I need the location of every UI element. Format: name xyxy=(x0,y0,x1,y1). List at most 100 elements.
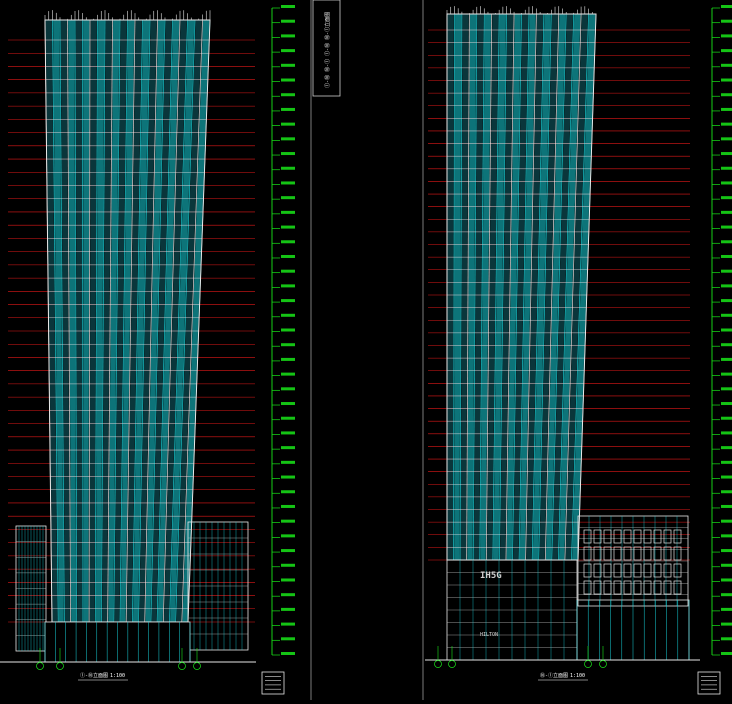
level-tag xyxy=(281,564,295,567)
level-tag xyxy=(721,79,732,82)
level-tag xyxy=(721,490,732,493)
level-tag xyxy=(281,373,295,376)
level-tag xyxy=(281,549,295,552)
level-tag xyxy=(721,652,732,655)
level-tag xyxy=(281,461,295,464)
level-tag xyxy=(721,226,732,229)
level-tag xyxy=(281,476,295,479)
left-elevation-scale: 1:100 xyxy=(110,673,125,679)
level-tag xyxy=(281,314,295,317)
level-tag xyxy=(721,608,732,611)
level-tag xyxy=(721,623,732,626)
level-tag xyxy=(721,329,732,332)
right-elevation-caption: ⑩-①立面图 xyxy=(540,672,568,679)
podium-sign: IH5G xyxy=(480,571,502,581)
level-tag xyxy=(281,417,295,420)
level-tag xyxy=(281,299,295,302)
level-tag xyxy=(721,402,732,405)
level-tag xyxy=(721,93,732,96)
level-tag xyxy=(281,623,295,626)
level-tag xyxy=(281,402,295,405)
level-tag xyxy=(281,152,295,155)
level-tag xyxy=(281,255,295,258)
level-tag xyxy=(721,5,732,8)
level-tag xyxy=(721,358,732,361)
right-elevation-scale: 1:100 xyxy=(570,673,585,679)
level-tag xyxy=(281,49,295,52)
level-tag xyxy=(721,505,732,508)
level-tag xyxy=(721,211,732,214)
level-tag xyxy=(281,652,295,655)
level-tag xyxy=(281,284,295,287)
level-tag xyxy=(721,240,732,243)
level-tag xyxy=(281,490,295,493)
level-tag xyxy=(721,34,732,37)
level-tag xyxy=(281,64,295,67)
level-tag xyxy=(721,373,732,376)
level-tag xyxy=(721,20,732,23)
level-tag xyxy=(721,255,732,258)
elevation-drawing: ①-⑩ ⑩-① ①-⑩ ⑩-①立面图 ①-⑩立面图 1:100 ⑩-①立面图 1… xyxy=(0,0,732,700)
level-tag xyxy=(721,564,732,567)
level-tag xyxy=(281,578,295,581)
level-tag xyxy=(281,343,295,346)
level-tag xyxy=(721,270,732,273)
level-tag xyxy=(281,505,295,508)
level-tag xyxy=(721,284,732,287)
level-tag xyxy=(281,34,295,37)
level-tag xyxy=(281,167,295,170)
level-tag xyxy=(281,137,295,140)
level-tag xyxy=(281,226,295,229)
level-tag xyxy=(281,123,295,126)
level-tag xyxy=(281,196,295,199)
level-tag xyxy=(281,329,295,332)
level-tag xyxy=(281,431,295,434)
level-tag xyxy=(721,196,732,199)
level-tag xyxy=(721,417,732,420)
level-tag xyxy=(721,549,732,552)
level-tag xyxy=(281,240,295,243)
level-tag xyxy=(721,476,732,479)
level-tag xyxy=(281,79,295,82)
title-block-text: ①-⑩ ⑩-① ①-⑩ ⑩-①立面图 xyxy=(324,12,331,88)
level-tag xyxy=(721,123,732,126)
level-tag xyxy=(721,431,732,434)
level-tag xyxy=(281,608,295,611)
level-tag xyxy=(281,5,295,8)
level-tag xyxy=(281,593,295,596)
level-tag xyxy=(281,108,295,111)
level-tag xyxy=(281,637,295,640)
level-tag xyxy=(281,520,295,523)
level-tag xyxy=(721,387,732,390)
level-tag xyxy=(721,520,732,523)
glass-column xyxy=(448,14,454,560)
glass-column xyxy=(83,20,89,622)
level-tag xyxy=(721,152,732,155)
level-tag xyxy=(721,314,732,317)
level-tag xyxy=(721,64,732,67)
level-tag xyxy=(281,211,295,214)
level-tag xyxy=(281,387,295,390)
level-tag xyxy=(281,534,295,537)
level-tag xyxy=(281,93,295,96)
level-tag xyxy=(721,343,732,346)
level-tag xyxy=(281,446,295,449)
level-tag xyxy=(721,637,732,640)
cad-drawing-viewport[interactable]: ①-⑩ ⑩-① ①-⑩ ⑩-①立面图 ①-⑩立面图 1:100 ⑩-①立面图 1… xyxy=(0,0,732,700)
level-tag xyxy=(721,167,732,170)
level-tag xyxy=(721,446,732,449)
level-tag xyxy=(281,20,295,23)
level-tag xyxy=(721,49,732,52)
level-tag xyxy=(721,137,732,140)
level-tag xyxy=(721,108,732,111)
entrance-sign: HILTON xyxy=(480,632,498,638)
level-tag xyxy=(281,270,295,273)
level-tag xyxy=(721,299,732,302)
level-tag xyxy=(721,593,732,596)
level-tag xyxy=(721,461,732,464)
level-tag xyxy=(281,358,295,361)
level-tag xyxy=(721,578,732,581)
level-tag xyxy=(281,181,295,184)
level-tag xyxy=(721,534,732,537)
left-elevation-caption: ①-⑩立面图 xyxy=(80,672,108,679)
